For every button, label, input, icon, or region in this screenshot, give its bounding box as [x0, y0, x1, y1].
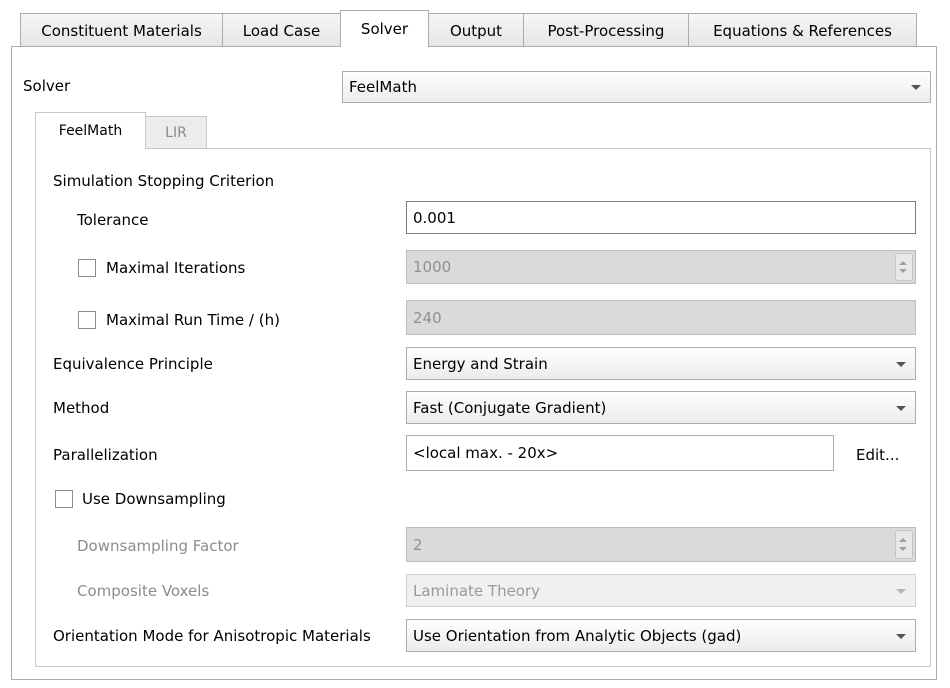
tolerance-input[interactable]: 0.001 — [406, 201, 916, 234]
subtab-feelmath[interactable]: FeelMath — [35, 112, 146, 149]
method-select-value: Fast (Conjugate Gradient) — [413, 398, 607, 417]
downsampling-factor-value: 2 — [413, 535, 423, 554]
tab-equations-references[interactable]: Equations & References — [688, 13, 917, 47]
tab-post-processing[interactable]: Post-Processing — [523, 13, 689, 47]
tab-constituent-materials[interactable]: Constituent Materials — [20, 13, 223, 47]
solver-select-value: FeelMath — [349, 78, 417, 96]
tolerance-label: Tolerance — [77, 211, 149, 229]
max-run-time-checkbox[interactable] — [78, 311, 96, 329]
chevron-down-icon — [896, 588, 906, 594]
parallelization-label: Parallelization — [53, 446, 158, 464]
solver-select[interactable]: FeelMath — [342, 71, 931, 103]
tab-solver[interactable]: Solver — [340, 10, 429, 47]
spinbox-arrows-icon[interactable] — [895, 253, 913, 281]
equivalence-select-value: Energy and Strain — [413, 354, 548, 373]
equivalence-label: Equivalence Principle — [53, 355, 213, 373]
downsampling-factor-label: Downsampling Factor — [77, 537, 239, 555]
max-iterations-checkbox[interactable] — [78, 259, 96, 277]
tab-output[interactable]: Output — [428, 13, 524, 47]
downsampling-factor-input[interactable]: 2 — [406, 527, 916, 562]
method-label: Method — [53, 399, 110, 417]
orientation-mode-select-value: Use Orientation from Analytic Objects (g… — [413, 626, 742, 645]
use-downsampling-label: Use Downsampling — [82, 490, 226, 508]
chevron-down-icon — [896, 405, 906, 411]
tab-load-case[interactable]: Load Case — [222, 13, 341, 47]
composite-voxels-label: Composite Voxels — [77, 582, 210, 600]
max-run-time-input[interactable]: 240 — [406, 300, 916, 335]
use-downsampling-checkbox[interactable] — [55, 490, 73, 508]
equivalence-select[interactable]: Energy and Strain — [406, 347, 916, 380]
max-iterations-value: 1000 — [413, 258, 452, 276]
max-iterations-input[interactable]: 1000 — [406, 250, 916, 284]
chevron-down-icon — [896, 633, 906, 639]
parallelization-input[interactable]: <local max. - 20x> — [406, 435, 834, 471]
chevron-down-icon — [911, 85, 921, 90]
orientation-mode-label: Orientation Mode for Anisotropic Materia… — [53, 627, 371, 645]
spinbox-arrows-icon[interactable] — [895, 530, 913, 559]
stopping-criterion-heading: Simulation Stopping Criterion — [53, 172, 275, 190]
max-iterations-label: Maximal Iterations — [106, 259, 246, 277]
max-run-time-label: Maximal Run Time / (h) — [106, 311, 280, 329]
method-select[interactable]: Fast (Conjugate Gradient) — [406, 391, 916, 424]
parallelization-edit-button[interactable]: Edit... — [856, 444, 899, 466]
chevron-down-icon — [896, 361, 906, 367]
subtab-lir[interactable]: LIR — [145, 116, 207, 149]
solver-label: Solver — [23, 77, 71, 95]
orientation-mode-select[interactable]: Use Orientation from Analytic Objects (g… — [406, 619, 916, 652]
composite-voxels-select[interactable]: Laminate Theory — [406, 574, 916, 607]
composite-voxels-select-value: Laminate Theory — [413, 581, 541, 600]
